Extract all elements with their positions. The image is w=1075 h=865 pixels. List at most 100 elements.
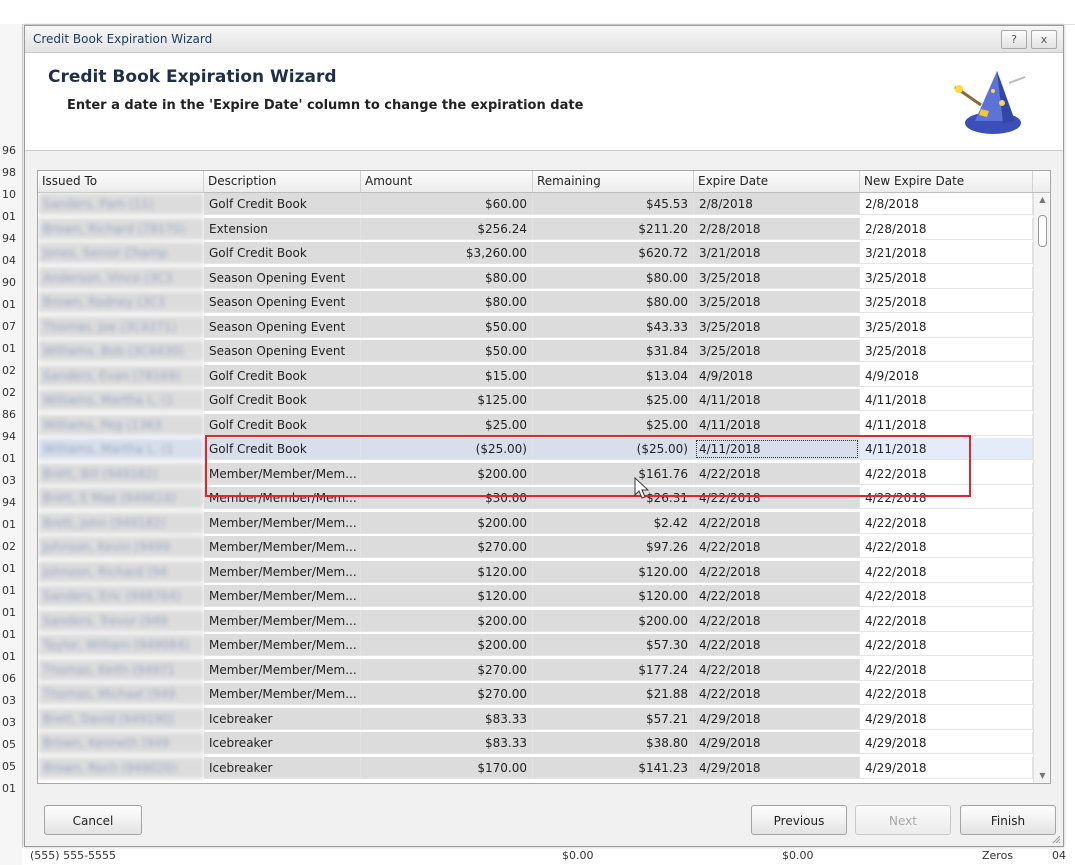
cell-amount: $15.00 <box>361 364 533 387</box>
cell-expire-date[interactable]: 4/22/2018 <box>694 511 860 534</box>
cell-expire-date[interactable]: 4/22/2018 <box>694 585 860 607</box>
column-header-remaining[interactable]: Remaining <box>533 171 694 192</box>
cell-new-expire-date[interactable]: 4/22/2018 <box>860 609 1033 632</box>
cell-description: Icebreaker <box>204 756 361 779</box>
table-row[interactable]: Taylor, William (949084) Member/Member/Me… <box>38 634 1033 656</box>
cell-new-expire-date[interactable]: 2/28/2018 <box>860 217 1033 240</box>
table-row[interactable]: Sanders, Trevor (949 Member/Member/Mem...… <box>38 609 1033 632</box>
grid-scrollbar[interactable]: ▲ ▼ <box>1033 193 1050 783</box>
cell-expire-date[interactable]: 4/29/2018 <box>694 756 860 779</box>
cell-new-expire-date[interactable]: 4/22/2018 <box>860 634 1033 656</box>
table-row[interactable]: Brett, David (949190) Icebreaker $83.33 $57… <box>38 707 1033 730</box>
cell-new-expire-date[interactable]: 4/11/2018 <box>860 438 1033 460</box>
cell-expire-date[interactable]: 4/11/2018 <box>694 438 860 460</box>
column-header-amount[interactable]: Amount <box>361 171 533 192</box>
cell-expire-date[interactable]: 4/29/2018 <box>694 732 860 754</box>
cell-expire-date[interactable]: 4/22/2018 <box>694 560 860 583</box>
table-row[interactable]: Brett, E Mae (949614) Member/Member/Mem..… <box>38 487 1033 509</box>
cell-expire-date[interactable]: 4/22/2018 <box>694 536 860 558</box>
table-row[interactable]: Thomas, Keith (94971 Member/Member/Mem...… <box>38 658 1033 681</box>
table-row[interactable]: Sanders, Pam (11) Golf Credit Book $60.00 $… <box>38 193 1033 215</box>
cell-expire-date[interactable]: 4/22/2018 <box>694 634 860 656</box>
table-row[interactable]: Brett, Bill (949182) Member/Member/Mem...… <box>38 462 1033 485</box>
cell-new-expire-date[interactable]: 3/21/2018 <box>860 242 1033 264</box>
table-row[interactable]: Johnson, Kevin (9499 Member/Member/Mem...… <box>38 536 1033 558</box>
cell-expire-date[interactable]: 3/25/2018 <box>694 315 860 338</box>
cell-new-expire-date[interactable]: 4/29/2018 <box>860 707 1033 730</box>
cell-expire-date[interactable]: 4/9/2018 <box>694 364 860 387</box>
cell-expire-date[interactable]: 2/8/2018 <box>694 193 860 215</box>
cell-new-expire-date[interactable]: 4/22/2018 <box>860 585 1033 607</box>
close-button[interactable]: x <box>1031 30 1057 49</box>
column-header-expire-date[interactable]: Expire Date <box>694 171 860 192</box>
cancel-button[interactable]: Cancel <box>44 805 142 835</box>
cell-issued-to: Brown, Roch (949020) <box>38 756 204 779</box>
table-row[interactable]: Thomas, Michael (949 Member/Member/Mem...… <box>38 683 1033 705</box>
dialog-titlebar[interactable]: Credit Book Expiration Wizard ? x <box>25 26 1063 53</box>
cell-expire-date[interactable]: 4/11/2018 <box>694 389 860 411</box>
table-row[interactable]: Brown, Kenneth (949 Icebreaker $83.33 $38.8… <box>38 732 1033 754</box>
table-row[interactable]: Williams, Bob (3C4430) Season Opening Eve… <box>38 340 1033 362</box>
background-row-number: 10 <box>2 188 16 201</box>
table-row[interactable]: Brown, Roch (949020) Icebreaker $170.00 $14… <box>38 756 1033 779</box>
cell-expire-date[interactable]: 4/22/2018 <box>694 658 860 681</box>
help-button[interactable]: ? <box>1001 30 1027 49</box>
cell-new-expire-date[interactable]: 4/11/2018 <box>860 389 1033 411</box>
cell-remaining: $141.23 <box>533 756 694 779</box>
cell-new-expire-date[interactable]: 4/22/2018 <box>860 462 1033 485</box>
cell-new-expire-date[interactable]: 4/9/2018 <box>860 364 1033 387</box>
cell-expire-date[interactable]: 4/22/2018 <box>694 683 860 705</box>
cell-new-expire-date[interactable]: 4/29/2018 <box>860 756 1033 779</box>
cell-remaining: $26.31 <box>533 487 694 509</box>
table-row[interactable]: Brown, Rodney (3C3 Season Opening Event $8… <box>38 291 1033 313</box>
table-row[interactable]: Johnson, Richard (94 Member/Member/Mem...… <box>38 560 1033 583</box>
cell-expire-date[interactable]: 3/25/2018 <box>694 266 860 289</box>
cell-new-expire-date[interactable]: 3/25/2018 <box>860 266 1033 289</box>
finish-button[interactable]: Finish <box>960 805 1056 835</box>
cell-amount: $200.00 <box>361 511 533 534</box>
cell-expire-date[interactable]: 4/29/2018 <box>694 707 860 730</box>
table-row[interactable]: Williams, Peg (1363 Golf Credit Book $25.0… <box>38 413 1033 436</box>
column-header-issued-to[interactable]: Issued To <box>38 171 204 192</box>
cell-new-expire-date[interactable]: 3/25/2018 <box>860 315 1033 338</box>
scroll-thumb[interactable] <box>1038 215 1047 247</box>
cell-expire-date[interactable]: 3/21/2018 <box>694 242 860 264</box>
resize-grip-icon[interactable] <box>1051 834 1061 844</box>
cell-expire-date[interactable]: 4/22/2018 <box>694 487 860 509</box>
cell-new-expire-date[interactable]: 4/22/2018 <box>860 487 1033 509</box>
cell-expire-date[interactable]: 3/25/2018 <box>694 340 860 362</box>
table-row[interactable]: Brett, John (949182) Member/Member/Mem...… <box>38 511 1033 534</box>
cell-description: Golf Credit Book <box>204 193 361 215</box>
table-row[interactable]: Anderson, Vince (3C3 Season Opening Event… <box>38 266 1033 289</box>
cell-new-expire-date[interactable]: 3/25/2018 <box>860 340 1033 362</box>
scroll-up-arrow-icon[interactable]: ▲ <box>1034 193 1050 207</box>
cell-expire-date[interactable]: 2/28/2018 <box>694 217 860 240</box>
table-row[interactable]: Sanders, Evan (78169) Golf Credit Book $15… <box>38 364 1033 387</box>
cell-expire-date[interactable]: 4/11/2018 <box>694 413 860 436</box>
cell-expire-date[interactable]: 3/25/2018 <box>694 291 860 313</box>
table-row[interactable]: Thomas, Joe (3C4271) Season Opening Event… <box>38 315 1033 338</box>
previous-button[interactable]: Previous <box>751 805 847 835</box>
table-row[interactable]: Williams, Martha L. (1 Golf Credit Book ($… <box>38 438 1033 460</box>
cell-new-expire-date[interactable]: 4/22/2018 <box>860 658 1033 681</box>
cell-new-expire-date[interactable]: 4/11/2018 <box>860 413 1033 436</box>
table-row[interactable]: Sanders, Eric (948764) Member/Member/Mem.… <box>38 585 1033 607</box>
table-row[interactable]: Williams, Martha L. (1 Golf Credit Book $1… <box>38 389 1033 411</box>
cell-new-expire-date[interactable]: 4/22/2018 <box>860 683 1033 705</box>
cell-new-expire-date[interactable]: 4/22/2018 <box>860 536 1033 558</box>
credit-book-grid[interactable]: Issued To Description Amount Remaining E… <box>37 170 1051 784</box>
table-row[interactable]: Jones, Senior Champ Golf Credit Book $3,26… <box>38 242 1033 264</box>
background-row-number: 94 <box>2 496 16 509</box>
cell-new-expire-date[interactable]: 4/22/2018 <box>860 511 1033 534</box>
scroll-down-arrow-icon[interactable]: ▼ <box>1034 769 1050 783</box>
column-header-new-expire-date[interactable]: New Expire Date <box>860 171 1033 192</box>
cell-expire-date[interactable]: 4/22/2018 <box>694 609 860 632</box>
column-header-description[interactable]: Description <box>204 171 361 192</box>
table-row[interactable]: Brown, Richard (78170) Extension $256.24 $2… <box>38 217 1033 240</box>
cell-new-expire-date[interactable]: 2/8/2018 <box>860 193 1033 215</box>
cell-expire-date[interactable]: 4/22/2018 <box>694 462 860 485</box>
cell-new-expire-date[interactable]: 3/25/2018 <box>860 291 1033 313</box>
next-button[interactable]: Next <box>855 805 951 835</box>
cell-new-expire-date[interactable]: 4/22/2018 <box>860 560 1033 583</box>
cell-new-expire-date[interactable]: 4/29/2018 <box>860 732 1033 754</box>
